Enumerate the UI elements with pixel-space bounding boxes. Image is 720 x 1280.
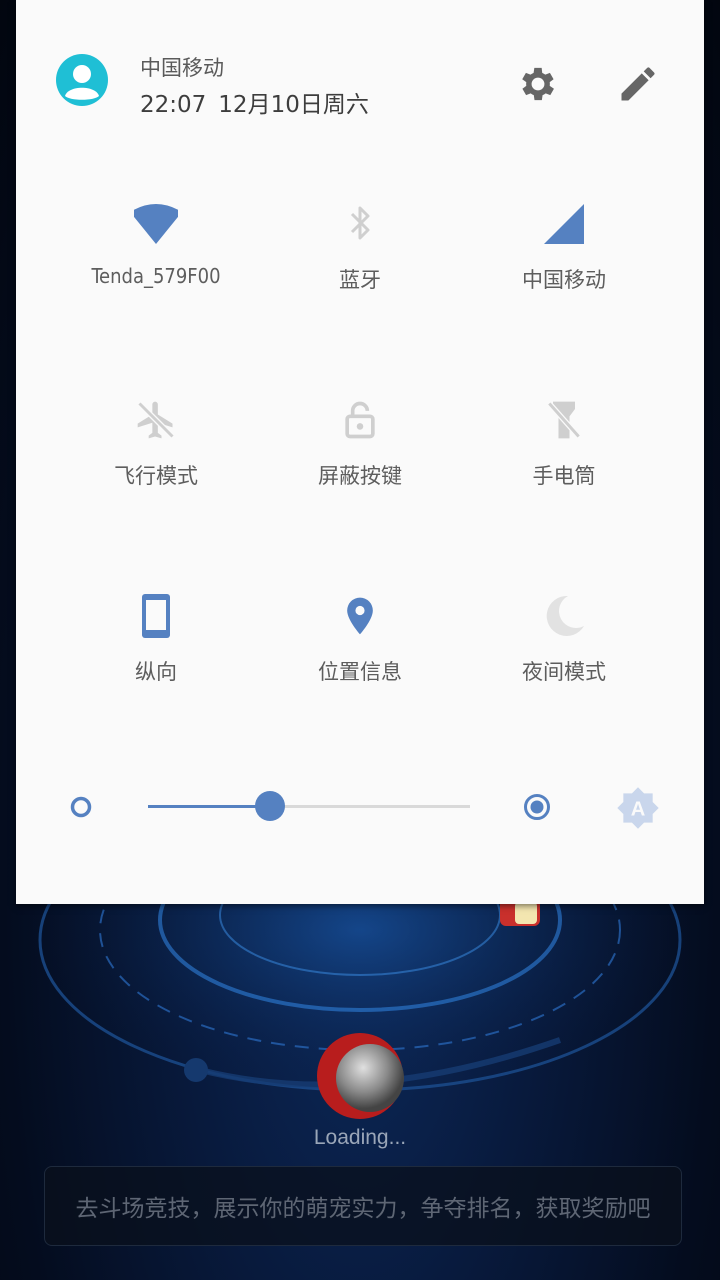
tile-bluetooth[interactable]: 蓝牙 [260, 202, 460, 322]
tile-label: 夜间模式 [522, 660, 606, 684]
tile-label: 纵向 [135, 660, 177, 684]
moon-icon [546, 595, 584, 636]
airplane-icon [137, 401, 175, 439]
brightness-slider-thumb[interactable] [255, 791, 286, 821]
tile-label: Tenda_579F00 [91, 264, 221, 288]
cellular-signal-icon [544, 204, 584, 244]
location-pin-icon [347, 597, 373, 635]
tile-airplane-mode[interactable]: 飞行模式 [56, 398, 256, 518]
tile-label: 飞行模式 [114, 464, 198, 488]
wifi-icon [134, 204, 178, 244]
lock-icon [345, 401, 375, 439]
date-text: 12月10日周六 [218, 92, 369, 118]
game-tip-banner: 去斗场竞技，展示你的萌宠实力，争夺排名，获取奖励吧 [44, 1166, 682, 1246]
user-avatar-icon[interactable] [56, 54, 108, 106]
carrier-name: 中国移动 [140, 56, 224, 80]
brightness-slider-fill [148, 805, 271, 808]
tile-label: 手电筒 [532, 464, 596, 488]
tile-cellular[interactable]: 中国移动 [464, 202, 664, 322]
tile-label: 位置信息 [318, 660, 402, 684]
edit-pencil-icon[interactable] [616, 62, 660, 106]
game-tip-text: 去斗场竞技，展示你的萌宠实力，争夺排名，获取奖励吧 [75, 1196, 651, 1222]
tile-night-mode[interactable]: 夜间模式 [464, 594, 664, 714]
brightness-high-icon [524, 794, 550, 820]
brightness-low-icon [70, 796, 92, 818]
tile-flashlight[interactable]: 手电筒 [464, 398, 664, 518]
tile-location[interactable]: 位置信息 [260, 594, 460, 714]
svg-text:A: A [631, 799, 646, 821]
tile-label: 中国移动 [522, 268, 606, 292]
tile-key-lock[interactable]: 屏蔽按键 [260, 398, 460, 518]
clock-time: 22:07 [140, 92, 207, 118]
portrait-phone-icon [142, 594, 170, 638]
tile-label: 蓝牙 [339, 268, 381, 292]
settings-gear-icon[interactable] [516, 62, 560, 106]
quick-settings-panel: 中国移动 22:07 12月10日周六 Tenda_579F00 蓝牙 中国移动 [16, 0, 704, 904]
tile-orientation[interactable]: 纵向 [56, 594, 256, 714]
tile-wifi[interactable]: Tenda_579F00 [56, 202, 256, 322]
auto-brightness-icon[interactable]: A [616, 786, 660, 830]
loading-text: Loading... [313, 1126, 407, 1149]
bluetooth-icon [350, 206, 370, 240]
tile-label: 屏蔽按键 [318, 464, 402, 488]
date-time[interactable]: 22:07 12月10日周六 [140, 85, 381, 119]
brightness-slider[interactable] [148, 791, 470, 821]
flashlight-icon [547, 401, 581, 439]
